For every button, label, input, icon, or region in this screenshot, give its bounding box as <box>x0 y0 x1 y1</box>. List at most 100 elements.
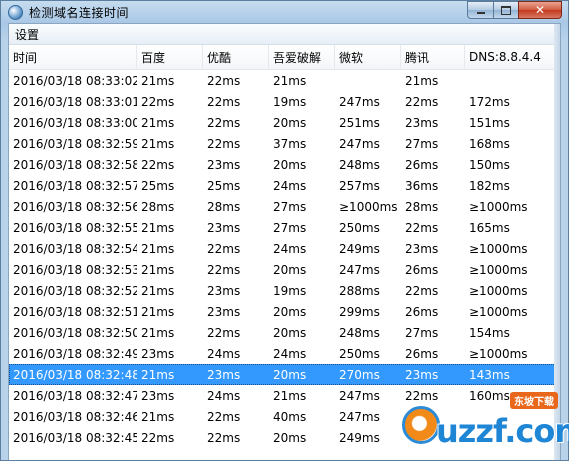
table-row[interactable]: 2016/03/18 08:32:49 23ms 24ms 24ms 250ms 26ms… <box>9 343 560 364</box>
table-cell: 21ms <box>141 325 175 340</box>
table-cell: 21ms <box>141 367 175 382</box>
table-cell: 2016/03/18 08:32:47 <box>13 388 137 403</box>
table-row[interactable]: 2016/03/18 08:32:53 21ms 22ms 20ms 247ms 26ms… <box>9 259 560 280</box>
table-row[interactable]: 2016/03/18 08:32:52 21ms 23ms 19ms 288ms 22ms… <box>9 280 560 301</box>
table-cell: 2016/03/18 08:32:50 <box>13 325 137 340</box>
table-cell: 21ms <box>141 304 175 319</box>
table-cell: 22ms <box>207 409 241 424</box>
table-cell: 248ms <box>339 157 380 172</box>
table-cell: 2016/03/18 08:32:57 <box>13 178 137 193</box>
table-cell: 24ms <box>273 346 307 361</box>
window-title: 检测域名连接时间 <box>29 5 130 20</box>
table-cell: 21ms <box>141 409 175 424</box>
table-cell: 2016/03/18 08:33:00 <box>13 115 137 130</box>
watermark-text: uzzf.com <box>436 412 569 450</box>
table-row[interactable]: 2016/03/18 08:32:51 21ms 23ms 20ms 299ms 26ms… <box>9 301 560 322</box>
table-cell: 19ms <box>273 283 307 298</box>
column-header-4[interactable]: 微软 <box>335 45 401 69</box>
table-cell: 22ms <box>405 94 439 109</box>
table-cell: 22ms <box>141 94 175 109</box>
table-cell: 21ms <box>141 262 175 277</box>
table-cell: 2016/03/18 08:32:48 <box>13 367 137 382</box>
table-cell: 247ms <box>339 94 380 109</box>
table-cell: ≥1000ms <box>339 199 398 214</box>
table-cell: 165ms <box>469 220 510 235</box>
table-cell: 248ms <box>339 325 380 340</box>
table-cell: 26ms <box>405 346 439 361</box>
table-cell: 22ms <box>207 241 241 256</box>
table-cell: 22ms <box>207 73 241 88</box>
maximize-button[interactable] <box>493 1 518 19</box>
table-cell: 247ms <box>339 388 380 403</box>
table-cell: ≥1000ms <box>469 262 528 277</box>
table-row[interactable]: 2016/03/18 08:32:57 25ms 25ms 24ms 257ms 36ms… <box>9 175 560 196</box>
table-cell: 24ms <box>273 178 307 193</box>
table-cell: 2016/03/18 08:32:46 <box>13 409 137 424</box>
table-cell: 28ms <box>141 199 175 214</box>
column-header-3[interactable]: 吾爱破解 <box>269 45 335 69</box>
table-cell: 22ms <box>207 430 241 445</box>
table-cell: 27ms <box>405 136 439 151</box>
menu-bar: 设置 <box>9 24 560 45</box>
column-header-0[interactable]: 时间 <box>9 45 137 69</box>
table-cell: 23ms <box>405 115 439 130</box>
table-row[interactable]: 2016/03/18 08:33:02 21ms 22ms 21ms 21ms <box>9 70 560 91</box>
table-cell: 257ms <box>339 178 380 193</box>
table-cell: 21ms <box>405 73 439 88</box>
table-row[interactable]: 2016/03/18 08:33:00 21ms 22ms 20ms 251ms 23ms… <box>9 112 560 133</box>
table-cell: 251ms <box>339 115 380 130</box>
close-icon: ✕ <box>534 3 546 17</box>
watermark: uzzf.com 东坡下载 <box>402 392 569 454</box>
menu-settings[interactable]: 设置 <box>9 26 45 43</box>
table-cell: 2016/03/18 08:33:01 <box>13 94 137 109</box>
window-controls: ✕ <box>467 1 562 19</box>
watermark-badge: 东坡下载 <box>510 392 558 409</box>
table-row[interactable]: 2016/03/18 08:32:50 21ms 22ms 20ms 248ms 27ms… <box>9 322 560 343</box>
column-header-2[interactable]: 优酷 <box>203 45 269 69</box>
table-cell: 270ms <box>339 367 380 382</box>
minimize-button[interactable] <box>467 1 493 19</box>
column-header-6[interactable]: DNS:8.8.4.4 <box>465 45 555 69</box>
table-cell: 23ms <box>207 283 241 298</box>
app-window: 检测域名连接时间 ✕ 设置 时间 百度 优酷 吾爱破解 微软 腾讯 DNS:8.8.4.4 … <box>0 0 569 461</box>
table-row[interactable]: 2016/03/18 08:32:55 21ms 23ms 27ms 250ms 22ms… <box>9 217 560 238</box>
table-row[interactable]: 2016/03/18 08:32:48 21ms 23ms 20ms 270ms 23ms… <box>9 364 560 385</box>
table-cell: 2016/03/18 08:32:55 <box>13 220 137 235</box>
table-cell: 299ms <box>339 304 380 319</box>
table-row[interactable]: 2016/03/18 08:32:58 22ms 23ms 20ms 248ms 26ms… <box>9 154 560 175</box>
column-header-5[interactable]: 腾讯 <box>401 45 465 69</box>
table-cell: 22ms <box>141 157 175 172</box>
table-cell: 37ms <box>273 136 307 151</box>
table-cell: 182ms <box>469 178 510 193</box>
table-row[interactable]: 2016/03/18 08:32:56 28ms 28ms 27ms ≥1000ms 28… <box>9 196 560 217</box>
table-cell: 247ms <box>339 262 380 277</box>
table-cell: 21ms <box>141 241 175 256</box>
table-cell: 24ms <box>207 346 241 361</box>
title-bar[interactable]: 检测域名连接时间 ✕ <box>1 1 568 23</box>
table-cell: 23ms <box>207 220 241 235</box>
table-cell: 20ms <box>273 115 307 130</box>
table-cell: 20ms <box>273 430 307 445</box>
table-cell: ≥1000ms <box>469 346 528 361</box>
table-cell: 20ms <box>273 304 307 319</box>
table-cell: 21ms <box>141 283 175 298</box>
table-row[interactable]: 2016/03/18 08:33:01 22ms 22ms 19ms 247ms 22ms… <box>9 91 560 112</box>
table-cell: 2016/03/18 08:32:51 <box>13 304 137 319</box>
table-cell: 22ms <box>207 115 241 130</box>
table-cell: 23ms <box>207 157 241 172</box>
table-cell: 20ms <box>273 157 307 172</box>
table-cell: 22ms <box>405 283 439 298</box>
table-cell: 24ms <box>273 241 307 256</box>
table-cell: 26ms <box>405 157 439 172</box>
table-cell: 143ms <box>469 367 510 382</box>
close-button[interactable]: ✕ <box>518 1 562 19</box>
table-cell: 23ms <box>141 346 175 361</box>
table-cell: 21ms <box>141 115 175 130</box>
minimize-icon <box>476 12 485 14</box>
column-header-1[interactable]: 百度 <box>137 45 203 69</box>
table-row[interactable]: 2016/03/18 08:32:54 21ms 22ms 24ms 249ms 23ms… <box>9 238 560 259</box>
table-row[interactable]: 2016/03/18 08:32:59 21ms 22ms 37ms 247ms 27ms… <box>9 133 560 154</box>
table-cell: 25ms <box>207 178 241 193</box>
table-cell: 2016/03/18 08:32:58 <box>13 157 137 172</box>
table-cell: 288ms <box>339 283 380 298</box>
